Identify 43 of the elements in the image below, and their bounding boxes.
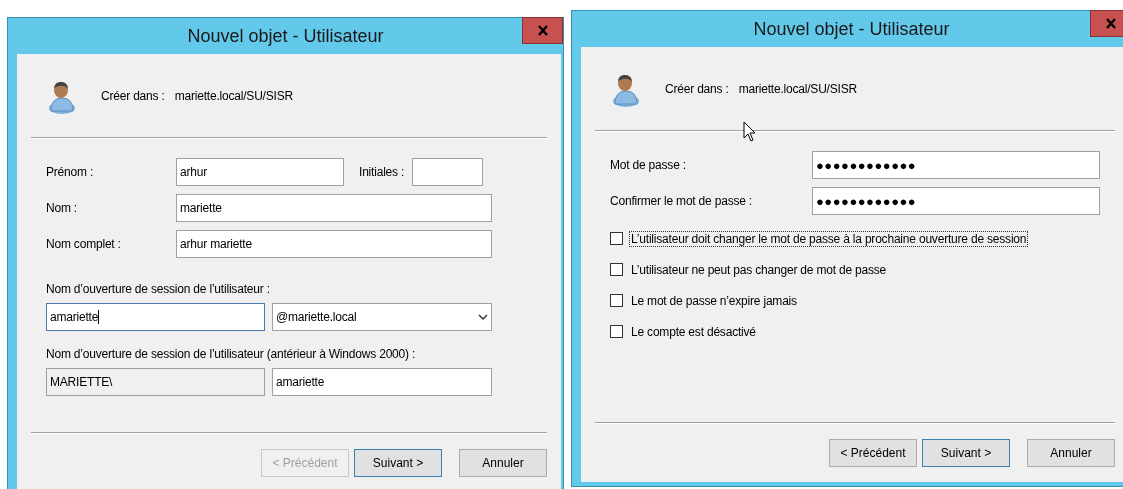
text-field[interactable]: MARIETTE\	[46, 368, 265, 396]
close-icon	[1104, 18, 1117, 29]
domain-dropdown[interactable]: @mariette.local	[272, 303, 492, 331]
create-in-label: Créer dans :	[101, 88, 165, 103]
create-in-path: mariette.local/SU/SISR	[738, 81, 857, 96]
password-field[interactable]: ●●●●●●●●●●●●	[812, 151, 1100, 179]
checkbox[interactable]	[610, 263, 623, 276]
first-name-field[interactable]: arhur	[176, 158, 344, 186]
create-in-label: Créer dans :	[665, 81, 729, 96]
checkbox-label[interactable]: Le compte est désactivé	[629, 323, 758, 340]
checkbox[interactable]	[610, 294, 623, 307]
text-field[interactable]: amariette	[46, 303, 265, 331]
field-label: Prénom :	[46, 165, 95, 179]
text-field[interactable]: amariette	[272, 368, 492, 396]
field-label: Confirmer le mot de passe :	[610, 194, 753, 208]
field-label: Nom complet :	[46, 237, 122, 251]
wizard-button[interactable]: Annuler	[459, 449, 547, 477]
checkbox-label[interactable]: Le mot de passe n’expire jamais	[629, 292, 799, 309]
section-label: Nom d’ouverture de session de l’utilisateur :	[46, 282, 271, 296]
close-button[interactable]	[522, 17, 563, 44]
section-label: Nom d’ouverture de session de l’utilisateur (antérieur à Windows 2000) :	[46, 347, 417, 361]
checkbox-label[interactable]: L’utilisateur doit changer le mot de passe à la prochaine ouverture de session	[629, 230, 1029, 247]
wizard-button[interactable]: Suivant >	[922, 439, 1010, 467]
create-in-path: mariette.local/SU/SISR	[174, 88, 293, 103]
close-icon	[536, 25, 549, 36]
window-title: Nouvel objet - Utilisateur	[753, 18, 950, 40]
field-label: Initiales :	[359, 165, 405, 179]
checkbox-label[interactable]: L’utilisateur ne peut pas changer de mot de passe	[629, 261, 889, 278]
wizard-button[interactable]: < Précédent	[829, 439, 917, 467]
text-field[interactable]: mariette	[176, 194, 492, 222]
password-field[interactable]: ●●●●●●●●●●●●	[812, 187, 1100, 215]
window-title: Nouvel objet - Utilisateur	[187, 25, 384, 47]
wizard-button[interactable]: Suivant >	[354, 449, 442, 477]
wizard-button[interactable]: Annuler	[1027, 439, 1115, 467]
field-label: Mot de passe :	[610, 158, 687, 172]
close-button[interactable]	[1090, 10, 1123, 37]
field-label: Nom :	[46, 201, 78, 215]
initials-field[interactable]	[412, 158, 484, 186]
text-field[interactable]: arhur mariette	[176, 230, 492, 258]
checkbox[interactable]	[610, 232, 623, 245]
checkbox[interactable]	[610, 325, 623, 338]
pointer-icon	[743, 121, 757, 143]
chevron-down-icon	[478, 313, 488, 321]
